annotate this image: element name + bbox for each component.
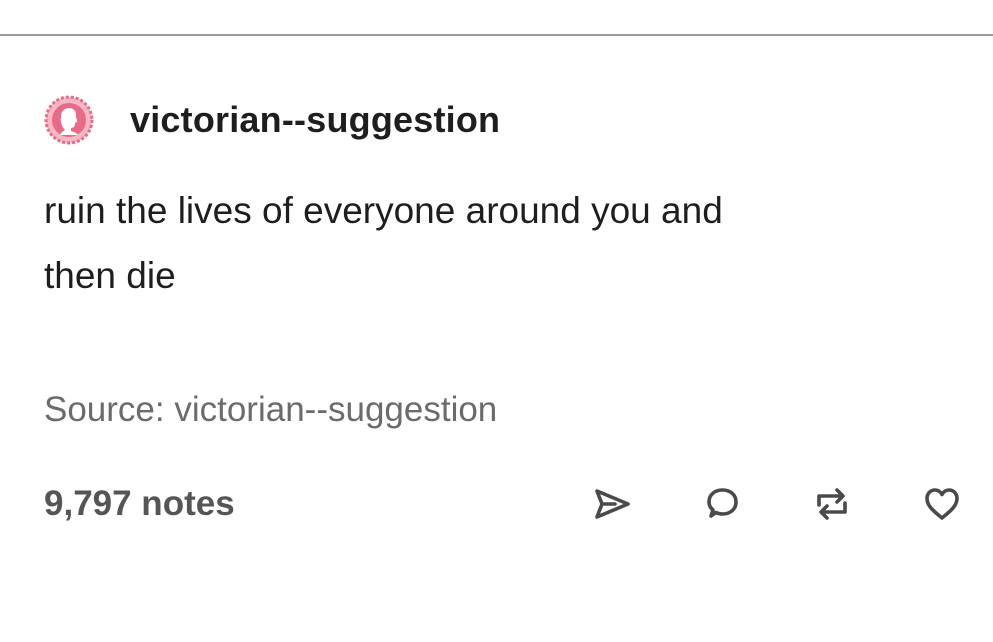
post-text-line: ruin the lives of everyone around you an… <box>44 190 723 231</box>
share-button[interactable] <box>590 482 634 526</box>
paper-plane-icon <box>595 489 630 519</box>
speech-bubble-icon <box>707 488 738 518</box>
source-link[interactable]: Source: victorian--suggestion <box>44 390 497 430</box>
post-actions <box>524 482 964 526</box>
like-button[interactable] <box>920 482 964 526</box>
reply-button[interactable] <box>700 482 744 526</box>
blog-name[interactable]: victorian--suggestion <box>130 99 500 141</box>
notes-count[interactable]: 9,797 notes <box>44 484 235 524</box>
avatar[interactable] <box>44 95 94 145</box>
post-text-line: then die <box>44 255 176 296</box>
post-card: victorian--suggestion ruin the lives of … <box>0 36 993 642</box>
reblog-arrows-icon <box>817 488 847 520</box>
reblog-button[interactable] <box>810 482 854 526</box>
post-header: victorian--suggestion <box>44 94 500 146</box>
heart-icon <box>925 488 959 520</box>
post-footer: 9,797 notes <box>44 482 964 532</box>
post-body: ruin the lives of everyone around you an… <box>44 178 924 308</box>
